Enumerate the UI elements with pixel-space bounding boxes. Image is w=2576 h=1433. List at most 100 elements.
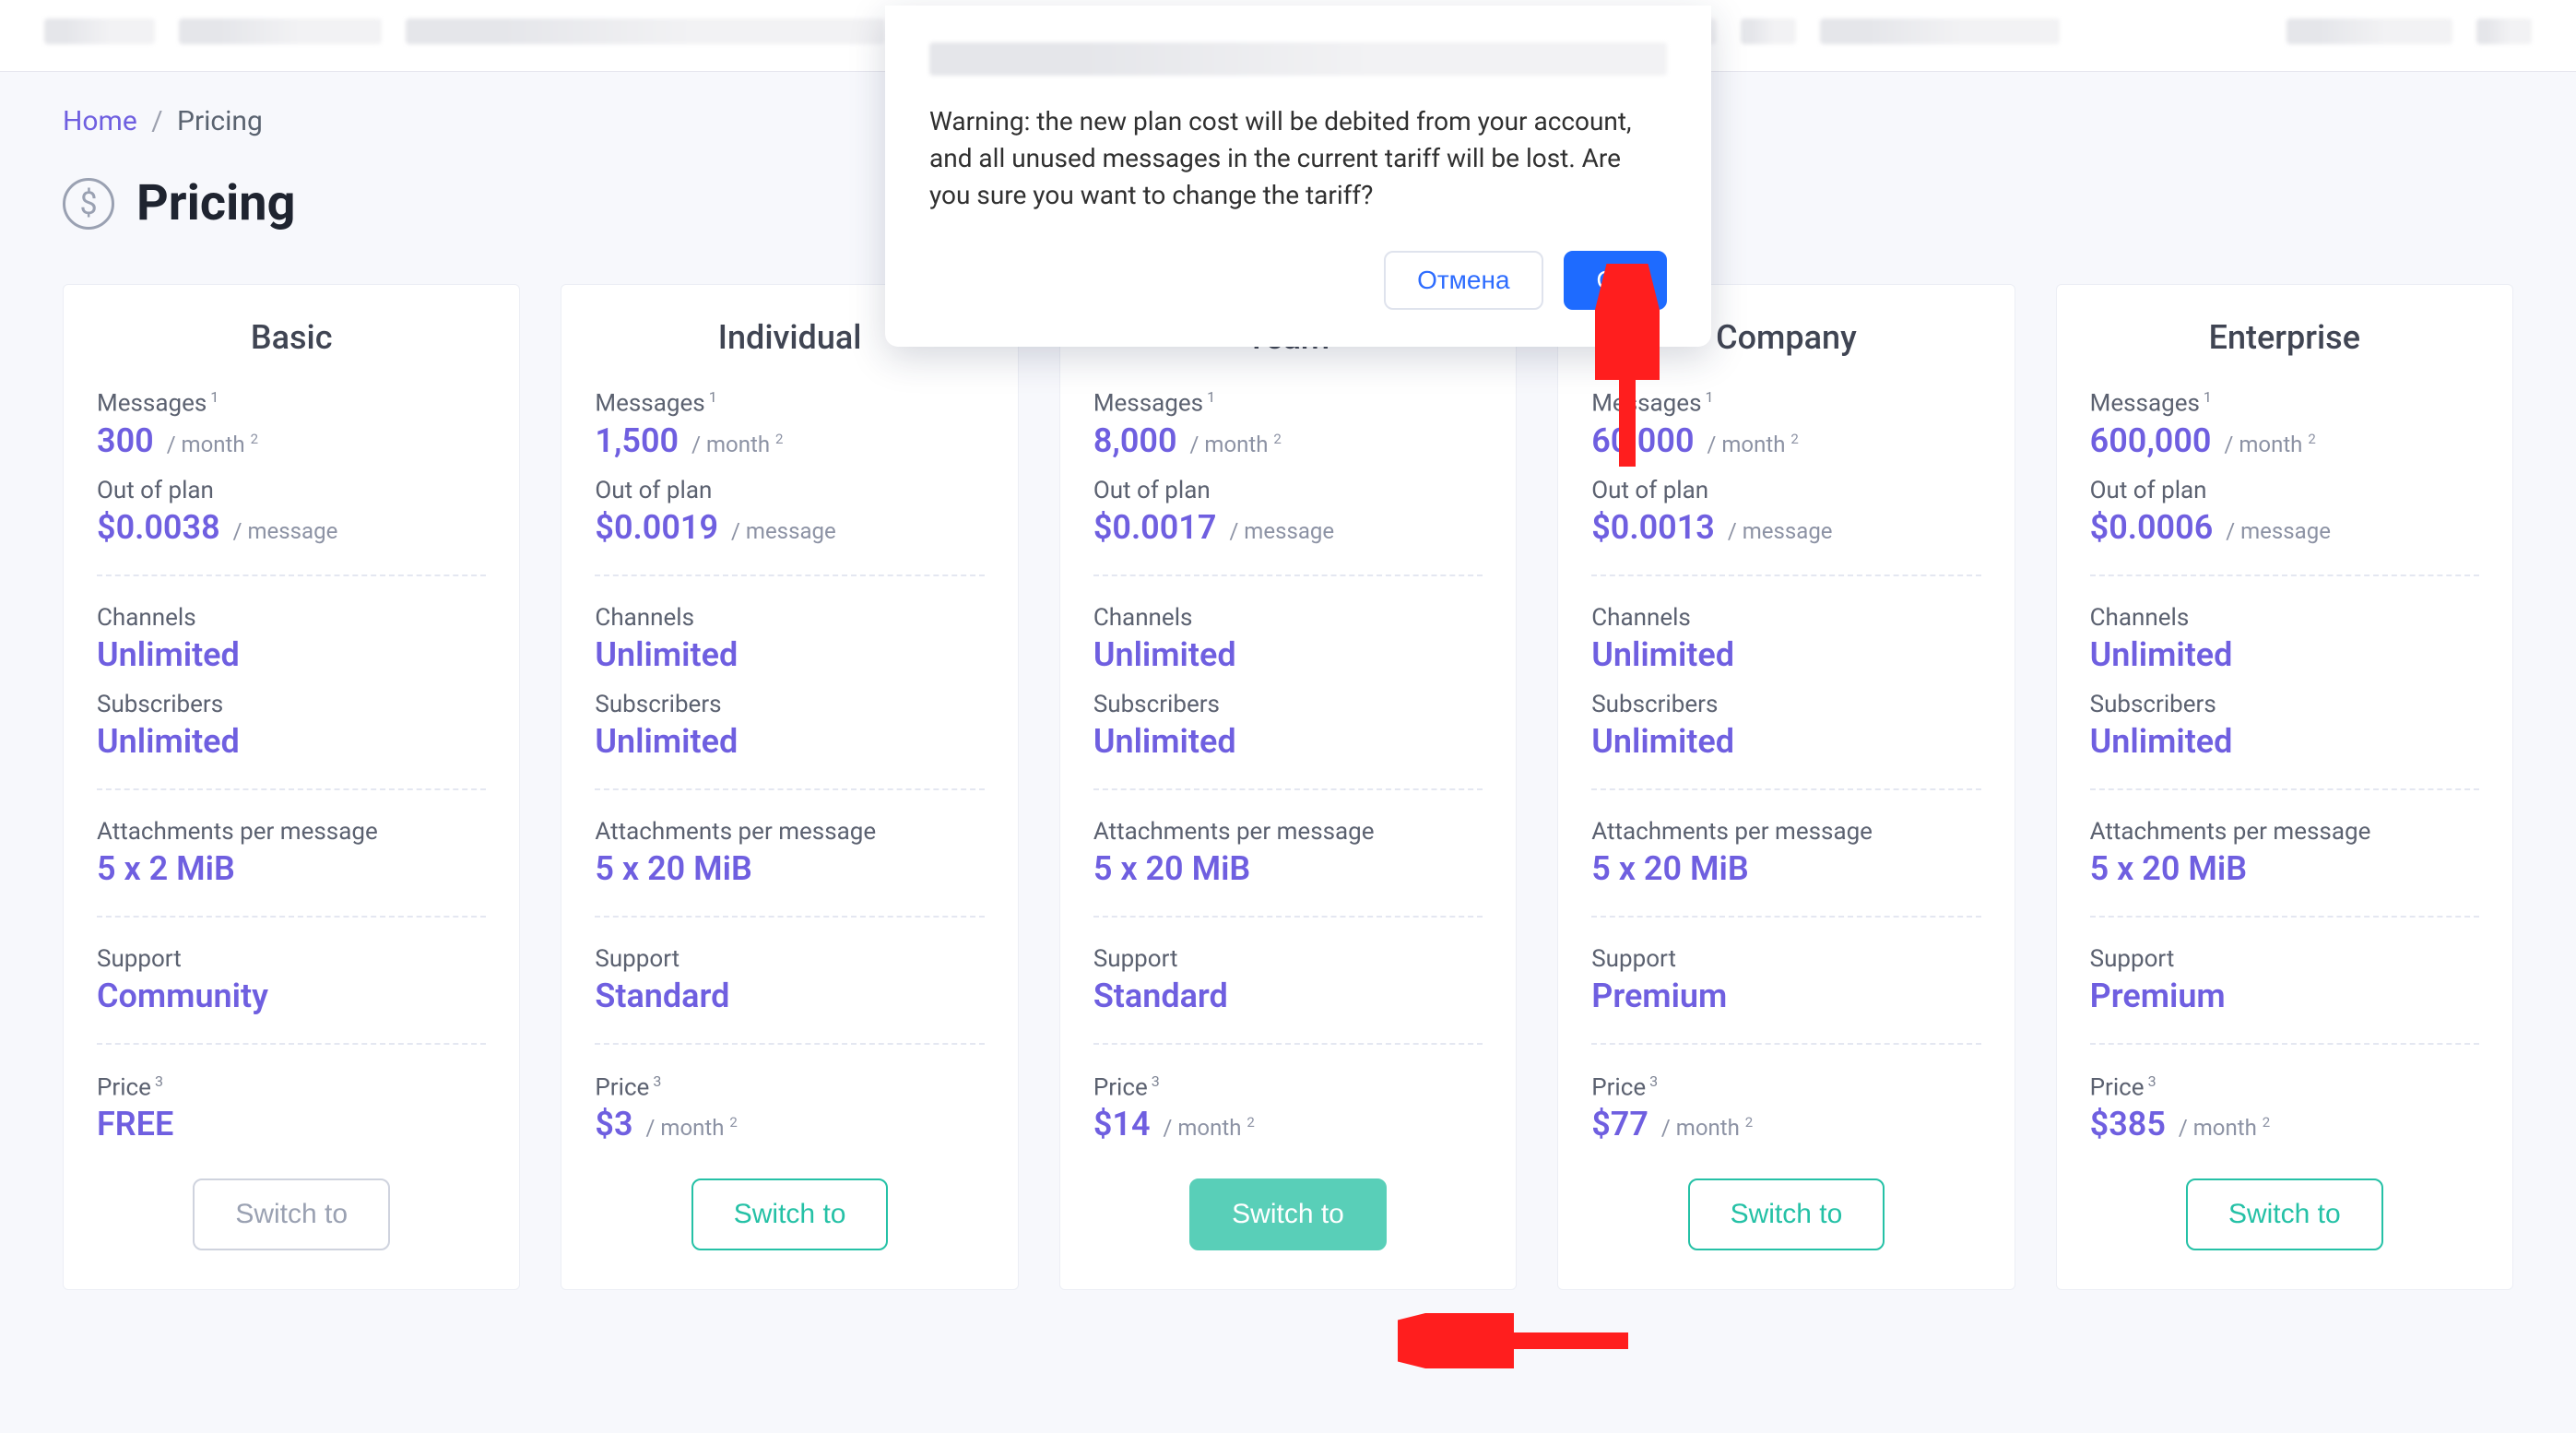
out-of-plan-value: $0.0017 bbox=[1093, 508, 1217, 547]
page-title: Pricing bbox=[136, 174, 295, 232]
subscribers-value: Unlimited bbox=[97, 722, 240, 761]
subscribers-label: Subscribers bbox=[1093, 691, 1483, 718]
attachments-value: 5 x 20 MiB bbox=[1093, 849, 1250, 888]
subscribers-label: Subscribers bbox=[595, 691, 984, 718]
out-of-plan-label: Out of plan bbox=[595, 477, 984, 504]
support-value: Community bbox=[97, 977, 268, 1015]
support-label: Support bbox=[595, 945, 984, 973]
plan-name: Enterprise bbox=[2090, 318, 2479, 357]
attachments-label: Attachments per message bbox=[97, 818, 486, 846]
plan-card-enterprise: Enterprise Messages1 600,000 / month 2 O… bbox=[2056, 284, 2513, 1290]
attachments-label: Attachments per message bbox=[1093, 818, 1483, 846]
messages-label: Messages1 bbox=[595, 388, 984, 418]
messages-value: 600,000 bbox=[2090, 421, 2212, 460]
out-of-plan-suffix: / message bbox=[1728, 518, 1833, 544]
channels-value: Unlimited bbox=[1591, 635, 1734, 674]
out-of-plan-label: Out of plan bbox=[1093, 477, 1483, 504]
price-label: Price3 bbox=[1093, 1072, 1483, 1102]
support-value: Standard bbox=[1093, 977, 1228, 1015]
support-value: Premium bbox=[1591, 977, 1727, 1015]
messages-value: 8,000 bbox=[1093, 421, 1177, 460]
subscribers-label: Subscribers bbox=[1591, 691, 1980, 718]
channels-label: Channels bbox=[1591, 604, 1980, 632]
switch-to-button[interactable]: Switch to bbox=[1189, 1178, 1387, 1250]
subscribers-value: Unlimited bbox=[1591, 722, 1734, 761]
out-of-plan-value: $0.0013 bbox=[1591, 508, 1715, 547]
annotation-arrow-icon bbox=[1595, 264, 1660, 476]
breadcrumb-sep: / bbox=[151, 105, 162, 137]
out-of-plan-label: Out of plan bbox=[2090, 477, 2479, 504]
price-label: Price3 bbox=[2090, 1072, 2479, 1102]
cancel-button[interactable]: Отмена bbox=[1384, 251, 1542, 310]
out-of-plan-suffix: / message bbox=[233, 518, 338, 544]
breadcrumb-current: Pricing bbox=[177, 105, 263, 137]
support-label: Support bbox=[1591, 945, 1980, 973]
messages-suffix: / month 2 bbox=[1707, 431, 1799, 457]
price-label: Price3 bbox=[97, 1072, 486, 1102]
channels-value: Unlimited bbox=[97, 635, 240, 674]
price-value: $385 bbox=[2090, 1105, 2166, 1143]
attachments-label: Attachments per message bbox=[2090, 818, 2479, 846]
messages-suffix: / month 2 bbox=[1190, 431, 1282, 457]
switch-to-button[interactable]: Switch to bbox=[1688, 1178, 1885, 1250]
messages-suffix: / month 2 bbox=[167, 431, 258, 457]
messages-label: Messages1 bbox=[97, 388, 486, 418]
channels-label: Channels bbox=[97, 604, 486, 632]
dollar-icon: $ bbox=[63, 178, 114, 230]
channels-value: Unlimited bbox=[2090, 635, 2233, 674]
out-of-plan-label: Out of plan bbox=[97, 477, 486, 504]
support-label: Support bbox=[97, 945, 486, 973]
messages-suffix: / month 2 bbox=[691, 431, 783, 457]
annotation-arrow-icon bbox=[1398, 1313, 1637, 1368]
messages-label: Messages1 bbox=[1093, 388, 1483, 418]
out-of-plan-label: Out of plan bbox=[1591, 477, 1980, 504]
attachments-label: Attachments per message bbox=[595, 818, 984, 846]
subscribers-value: Unlimited bbox=[595, 722, 738, 761]
price-value: $77 bbox=[1591, 1105, 1648, 1143]
out-of-plan-value: $0.0019 bbox=[595, 508, 718, 547]
channels-label: Channels bbox=[1093, 604, 1483, 632]
attachments-value: 5 x 2 MiB bbox=[97, 849, 235, 888]
attachments-value: 5 x 20 MiB bbox=[2090, 849, 2247, 888]
channels-label: Channels bbox=[595, 604, 984, 632]
price-value: $3 bbox=[595, 1105, 632, 1143]
price-suffix: / month 2 bbox=[2179, 1114, 2270, 1141]
breadcrumb-home[interactable]: Home bbox=[63, 105, 137, 137]
attachments-value: 5 x 20 MiB bbox=[1591, 849, 1748, 888]
attachments-value: 5 x 20 MiB bbox=[595, 849, 751, 888]
price-suffix: / month 2 bbox=[1661, 1114, 1753, 1141]
attachments-label: Attachments per message bbox=[1591, 818, 1980, 846]
dialog-title-blurred bbox=[929, 42, 1667, 76]
subscribers-label: Subscribers bbox=[97, 691, 486, 718]
out-of-plan-value: $0.0038 bbox=[97, 508, 220, 547]
dialog-message: Warning: the new plan cost will be debit… bbox=[929, 103, 1667, 214]
price-suffix: / month 2 bbox=[646, 1114, 738, 1141]
switch-to-button[interactable]: Switch to bbox=[691, 1178, 889, 1250]
plan-name: Basic bbox=[97, 318, 486, 357]
messages-value: 1,500 bbox=[595, 421, 679, 460]
support-label: Support bbox=[1093, 945, 1483, 973]
switch-to-button: Switch to bbox=[193, 1178, 390, 1250]
channels-value: Unlimited bbox=[1093, 635, 1236, 674]
out-of-plan-suffix: / message bbox=[731, 518, 836, 544]
support-value: Premium bbox=[2090, 977, 2226, 1015]
channels-label: Channels bbox=[2090, 604, 2479, 632]
price-label: Price3 bbox=[1591, 1072, 1980, 1102]
price-value: FREE bbox=[97, 1105, 173, 1143]
out-of-plan-value: $0.0006 bbox=[2090, 508, 2214, 547]
support-label: Support bbox=[2090, 945, 2479, 973]
subscribers-value: Unlimited bbox=[2090, 722, 2233, 761]
messages-value: 300 bbox=[97, 421, 154, 460]
price-label: Price3 bbox=[595, 1072, 984, 1102]
switch-to-button[interactable]: Switch to bbox=[2186, 1178, 2383, 1250]
plan-card-individual: Individual Messages1 1,500 / month 2 Out… bbox=[561, 284, 1018, 1290]
price-suffix: / month 2 bbox=[1164, 1114, 1255, 1141]
channels-value: Unlimited bbox=[595, 635, 738, 674]
price-value: $14 bbox=[1093, 1105, 1151, 1143]
messages-label: Messages1 bbox=[2090, 388, 2479, 418]
confirm-dialog: Warning: the new plan cost will be debit… bbox=[885, 6, 1711, 347]
plan-card-basic: Basic Messages1 300 / month 2 Out of pla… bbox=[63, 284, 520, 1290]
subscribers-value: Unlimited bbox=[1093, 722, 1236, 761]
out-of-plan-suffix: / message bbox=[1229, 518, 1334, 544]
subscribers-label: Subscribers bbox=[2090, 691, 2479, 718]
